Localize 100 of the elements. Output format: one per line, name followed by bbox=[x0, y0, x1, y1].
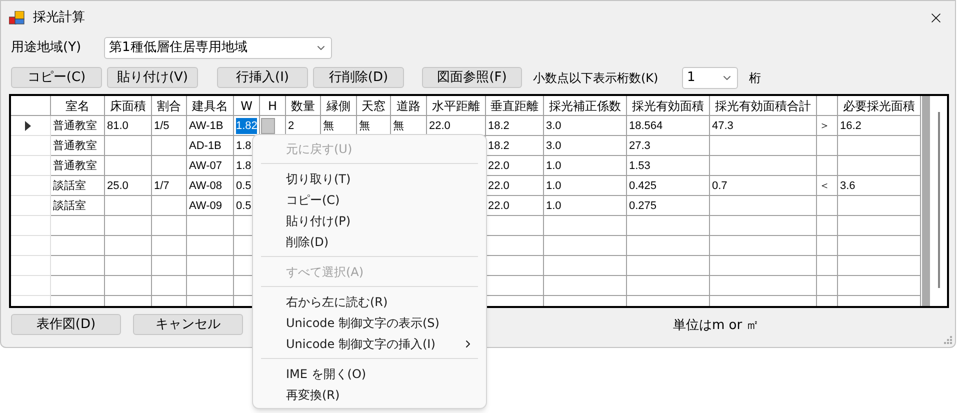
column-header[interactable]: 採光有効面積合計 bbox=[710, 96, 817, 116]
column-header[interactable]: 床面積 bbox=[105, 96, 152, 116]
table-cell bbox=[105, 256, 152, 276]
table-cell bbox=[817, 256, 838, 276]
table-cell bbox=[105, 136, 152, 156]
table-cell bbox=[105, 276, 152, 296]
menu-item[interactable]: IME を開く(O) bbox=[253, 363, 486, 384]
app-icon bbox=[9, 10, 25, 25]
table-cell: 25.0 bbox=[105, 176, 152, 196]
toolbar-button[interactable]: 図面参照(F) bbox=[422, 66, 522, 88]
toolbar-button[interactable]: コピー(C) bbox=[11, 66, 102, 88]
table-cell bbox=[152, 196, 187, 216]
table-cell: 1.0 bbox=[544, 196, 627, 216]
table-cell bbox=[152, 236, 187, 256]
column-header[interactable]: H bbox=[260, 96, 286, 116]
column-header[interactable]: 数量 bbox=[286, 96, 321, 116]
column-header[interactable]: 道路 bbox=[391, 96, 427, 116]
table-cell: 0.425 bbox=[627, 176, 710, 196]
table-cell: ＜ bbox=[817, 176, 838, 196]
table-cell: 普通教室 bbox=[51, 116, 105, 136]
column-header[interactable]: 必要採光面積 bbox=[838, 96, 921, 116]
table-cell[interactable]: 1.82 bbox=[234, 116, 260, 136]
table-cell bbox=[105, 156, 152, 176]
table-cell: 3.0 bbox=[544, 136, 627, 156]
column-header[interactable]: 採光有効面積 bbox=[627, 96, 710, 116]
dropdown-button-icon[interactable] bbox=[261, 118, 275, 134]
table-cell bbox=[105, 236, 152, 256]
table-cell bbox=[105, 196, 152, 216]
row-header[interactable] bbox=[11, 116, 51, 136]
table-cell: AW-07 bbox=[187, 156, 234, 176]
corner-header bbox=[11, 96, 51, 116]
decimals-dropdown[interactable]: 1 bbox=[682, 66, 738, 89]
table-cell: 1.0 bbox=[544, 176, 627, 196]
toolbar-button[interactable]: 貼り付け(V) bbox=[107, 66, 198, 88]
zoning-dropdown[interactable]: 第1種低層住居専用地域 bbox=[104, 37, 332, 60]
toolbar-button[interactable]: 行削除(D) bbox=[313, 66, 404, 88]
column-header[interactable]: 縁側 bbox=[321, 96, 357, 116]
zoning-label: 用途地域(Y) bbox=[11, 39, 82, 58]
resize-grip-icon bbox=[944, 336, 952, 344]
table-cell bbox=[152, 216, 187, 236]
current-row-icon bbox=[25, 120, 31, 131]
column-header[interactable]: 天窓 bbox=[357, 96, 391, 116]
table-cell bbox=[51, 236, 105, 256]
table-cell: 1/7 bbox=[152, 176, 187, 196]
menu-item[interactable]: 再変換(R) bbox=[253, 384, 486, 405]
table-cell: 81.0 bbox=[105, 116, 152, 136]
table-cell: 27.3 bbox=[627, 136, 710, 156]
table-cell bbox=[51, 216, 105, 236]
table-cell bbox=[152, 276, 187, 296]
table-cell: 談話室 bbox=[51, 176, 105, 196]
column-header[interactable] bbox=[817, 96, 838, 116]
table-cell: 1/5 bbox=[152, 116, 187, 136]
table-cell bbox=[105, 216, 152, 236]
table-cell bbox=[817, 136, 838, 156]
table-cell bbox=[51, 256, 105, 276]
table-cell: 1.53 bbox=[627, 156, 710, 176]
table-cell bbox=[152, 156, 187, 176]
column-header[interactable]: 室名 bbox=[51, 96, 105, 116]
table-cell bbox=[817, 216, 838, 236]
unit-note: 単位はm or ㎡ bbox=[673, 317, 760, 336]
decimals-unit: 桁 bbox=[749, 70, 761, 87]
table-cell bbox=[152, 136, 187, 156]
table-cell: ＞ bbox=[817, 116, 838, 136]
column-header[interactable]: 建具名 bbox=[187, 96, 234, 116]
column-header[interactable]: 割合 bbox=[152, 96, 187, 116]
menu-item[interactable]: 削除(D) bbox=[253, 231, 486, 252]
table-cell bbox=[51, 276, 105, 296]
table-cell: 18.2 bbox=[486, 116, 544, 136]
table-cell: 16.2 bbox=[838, 116, 921, 136]
decimals-label: 小数点以下表示桁数(K) bbox=[533, 70, 658, 87]
table-cell: 普通教室 bbox=[51, 136, 105, 156]
window-title: 採光計算 bbox=[33, 8, 85, 27]
menu-item[interactable]: Unicode 制御文字の挿入(I) bbox=[253, 333, 486, 354]
toolbar-button[interactable]: 行挿入(I) bbox=[217, 66, 308, 88]
column-header[interactable]: W bbox=[234, 96, 260, 116]
scrollbar-thumb[interactable] bbox=[938, 112, 940, 288]
table-cell bbox=[817, 156, 838, 176]
action-button[interactable]: 表作図(D) bbox=[11, 314, 121, 336]
table-cell bbox=[152, 256, 187, 276]
action-button[interactable]: キャンセル bbox=[133, 314, 243, 336]
table-cell: 3.6 bbox=[838, 176, 921, 196]
column-header[interactable]: 垂直距離 bbox=[486, 96, 544, 116]
table-cell bbox=[817, 276, 838, 296]
table-cell: 18.564 bbox=[627, 116, 710, 136]
column-header[interactable]: 採光補正係数 bbox=[544, 96, 627, 116]
menu-item[interactable]: 右から左に読む(R) bbox=[253, 291, 486, 312]
table-cell: 普通教室 bbox=[51, 156, 105, 176]
table-cell: 47.3 bbox=[710, 116, 817, 136]
column-header[interactable]: 水平距離 bbox=[427, 96, 486, 116]
menu-item[interactable]: Unicode 制御文字の表示(S) bbox=[253, 312, 486, 333]
table-cell: 3.0 bbox=[544, 116, 627, 136]
table-cell: AD-1B bbox=[187, 136, 234, 156]
table-cell: 0.275 bbox=[627, 196, 710, 216]
table-cell: AW-08 bbox=[187, 176, 234, 196]
table-cell: AW-09 bbox=[187, 196, 234, 216]
table-cell bbox=[817, 236, 838, 256]
table-cell: 0.7 bbox=[710, 176, 817, 196]
table-cell: 1.0 bbox=[544, 156, 627, 176]
table-cell: 談話室 bbox=[51, 196, 105, 216]
table-cell: AW-1B bbox=[187, 116, 234, 136]
